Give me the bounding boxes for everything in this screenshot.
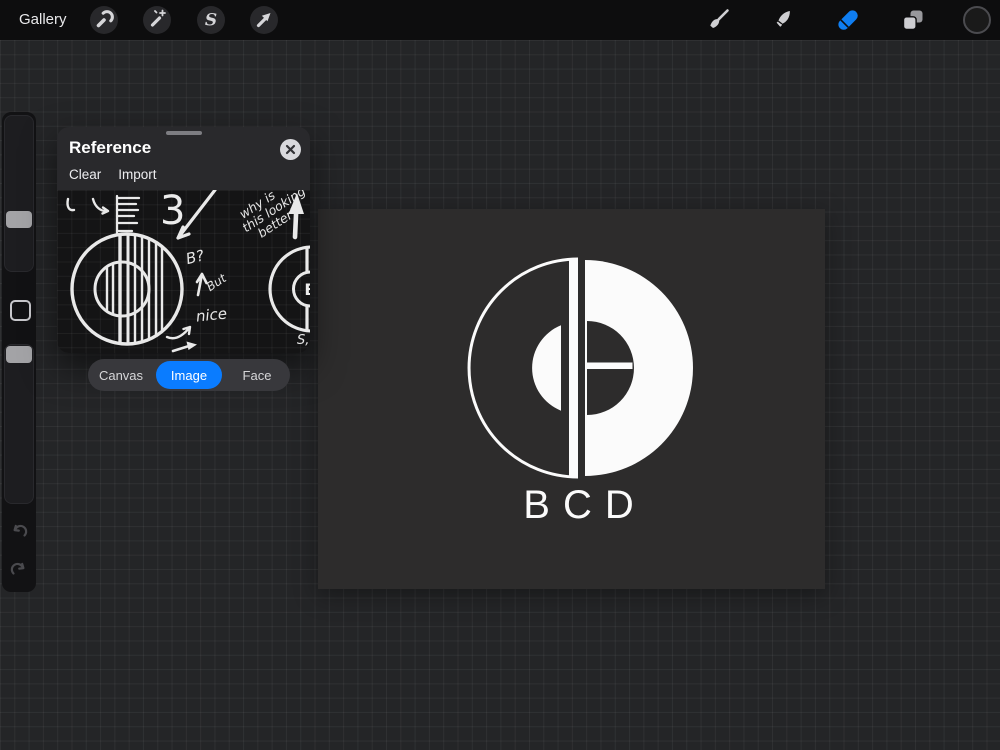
- reference-source-tabs: Canvas Image Face: [88, 359, 290, 391]
- logo-left-inner-disc: [532, 325, 561, 410]
- tab-image[interactable]: Image: [156, 361, 222, 389]
- eraser-tool-button[interactable]: [834, 6, 862, 34]
- modify-button[interactable]: [10, 300, 31, 321]
- layers-icon: [899, 6, 927, 34]
- logo-wordmark: BCD: [523, 483, 646, 528]
- paint-tool-button[interactable]: [704, 6, 732, 34]
- smudge-finger-icon: [769, 6, 797, 34]
- sketch-main-circle: [72, 234, 182, 344]
- drawing-canvas[interactable]: BCD: [318, 209, 825, 589]
- close-button[interactable]: [280, 139, 301, 160]
- undo-button[interactable]: [9, 520, 29, 540]
- sketch-but: But: [204, 270, 230, 294]
- top-toolbar: Gallery S: [0, 0, 1000, 40]
- brush-sidebar: [2, 112, 36, 592]
- brush-opacity-slider-handle[interactable]: [6, 346, 32, 363]
- sketch-e-block: [117, 196, 139, 234]
- sketch-hatching: [107, 236, 162, 343]
- logo-left-arc: [469, 259, 578, 477]
- redo-button[interactable]: [9, 558, 29, 578]
- layers-button[interactable]: [899, 6, 927, 34]
- sketch-nice: nice: [195, 304, 228, 325]
- adjustments-button[interactable]: [143, 6, 171, 34]
- close-icon: [280, 139, 301, 160]
- tab-face[interactable]: Face: [224, 359, 290, 391]
- import-button[interactable]: Import: [118, 167, 156, 182]
- brush-opacity-slider[interactable]: [4, 344, 34, 504]
- sketch-s: S,: [297, 333, 309, 348]
- svg-text:S: S: [205, 11, 217, 31]
- procreate-app: Gallery S: [0, 0, 1000, 750]
- color-swatch-circle[interactable]: [963, 6, 991, 34]
- actions-button[interactable]: [90, 6, 118, 34]
- eraser-icon: [834, 6, 862, 34]
- brush-size-slider[interactable]: [4, 115, 34, 272]
- logo-left-bar: [569, 260, 578, 477]
- sketch-b-question: B?: [184, 246, 206, 268]
- transform-arrow-icon: [250, 6, 278, 34]
- selection-button[interactable]: S: [197, 6, 225, 34]
- bcd-logo-artwork: [318, 209, 825, 589]
- wrench-icon: [90, 6, 118, 34]
- chalk-sketch: 3 why is this looking better? B? But n: [57, 190, 310, 353]
- reference-image: 3 why is this looking better? B? But n: [57, 190, 310, 353]
- brush-icon: [704, 6, 732, 34]
- panel-title: Reference: [69, 138, 151, 158]
- gallery-button[interactable]: Gallery: [19, 0, 67, 40]
- panel-drag-handle[interactable]: [166, 131, 202, 135]
- selection-s-icon: S: [197, 6, 225, 34]
- reference-panel: Reference Clear Import: [57, 127, 310, 353]
- panel-actions: Clear Import: [69, 167, 157, 182]
- tab-canvas[interactable]: Canvas: [88, 359, 154, 391]
- sketch-letter-b: B: [304, 280, 310, 299]
- smudge-tool-button[interactable]: [769, 6, 797, 34]
- brush-size-slider-handle[interactable]: [6, 211, 32, 228]
- magic-wand-icon: [143, 6, 171, 34]
- clear-button[interactable]: Clear: [69, 167, 101, 182]
- logo-horizontal-stripe: [585, 363, 633, 370]
- transform-button[interactable]: [250, 6, 278, 34]
